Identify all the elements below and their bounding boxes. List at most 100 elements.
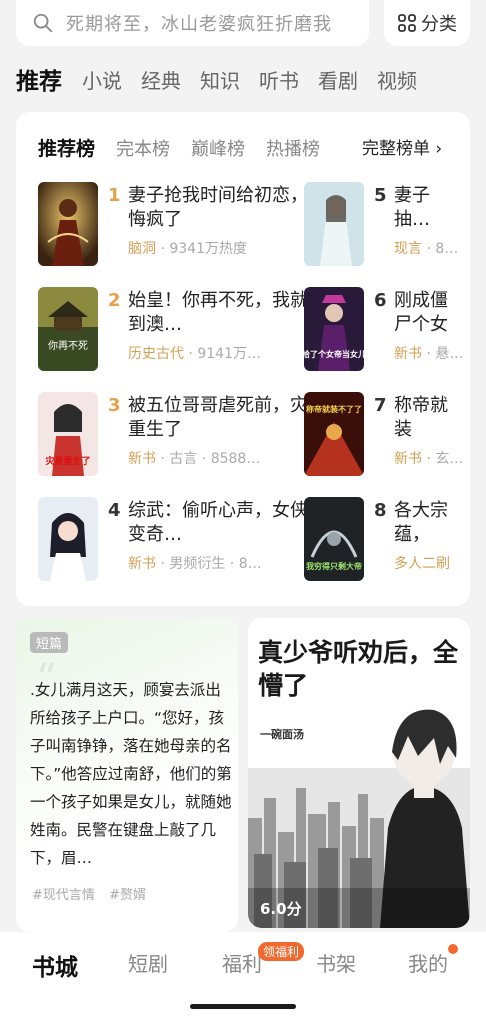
search-bar[interactable]: 死期将至，冰山老婆疯狂折磨我 [16, 0, 369, 46]
tab-video[interactable]: 视频 [377, 65, 417, 94]
book-tag: 新书 [394, 451, 422, 467]
book-tag: 新书 [128, 556, 156, 572]
book-cover: 拾了个女帝当女儿 [304, 287, 364, 371]
book-meta: 现言 · 8… [394, 238, 458, 258]
rank-number: 4 [108, 500, 121, 521]
book-item[interactable]: 称帝就装不了了 7 称帝就装了，… 新书 · 玄… [304, 392, 470, 478]
book-item[interactable]: 我穷得只剩大帝 8 各大宗蕴，我… 多人二刷 [304, 497, 470, 583]
home-indicator[interactable] [190, 1004, 296, 1009]
book-title: 妻子抢我时间给初恋，她悔疯了 [128, 185, 326, 230]
short-badge: 短篇 [30, 632, 69, 653]
book-title: 妻子抽…后，悔… [394, 185, 430, 230]
book-cover: 我穷得只剩大帝 [304, 497, 364, 581]
notification-dot [448, 944, 458, 954]
short-story-text: .女儿满月这天，顾宴去派出所给孩子上户口。“您好，孩子叫南铮铮，落在她母亲的名下… [30, 681, 232, 867]
book-heat: · 8… [422, 241, 459, 257]
short-tag[interactable]: #赘婿 [109, 888, 146, 903]
rating-label: 6.0分 [260, 900, 302, 918]
book-meta: 新书 · 男频衍生 · 8… [128, 553, 262, 573]
cover-text: 我穷得只剩大帝 [306, 561, 362, 571]
top-tabs: 推荐 小说 经典 知识 听书 看剧 视频 [16, 62, 436, 96]
book-tag: 新书 [128, 451, 156, 467]
rank-number: 5 [374, 185, 387, 206]
nav-short-drama[interactable]: 短剧 [128, 948, 168, 977]
search-icon [33, 13, 53, 33]
rank-tab-complete[interactable]: 完本榜 [116, 135, 170, 161]
book-meta: 新书 · 玄… [394, 448, 463, 468]
nav-mine[interactable]: 我的 [408, 948, 448, 977]
book-cover: 灾星重生了 [38, 392, 98, 476]
book-cover: 你再不死 [38, 287, 98, 371]
tab-knowledge[interactable]: 知识 [200, 65, 240, 94]
book-item[interactable]: 你再不死 2 始皇！你再不死，我就打到澳… 历史古代 · 9141万… [38, 287, 338, 373]
ranking-card: 推荐榜 完本榜 巅峰榜 热播榜 完整榜单 › 1 妻子抢我时间给初恋，她悔疯了 … [16, 112, 470, 606]
short-tag[interactable]: #现代言情 [32, 888, 95, 903]
full-list-link[interactable]: 完整榜单 › [362, 134, 442, 159]
rank-number: 6 [374, 290, 387, 311]
category-button[interactable]: 分类 [384, 0, 470, 46]
rank-tab-recommend[interactable]: 推荐榜 [38, 134, 95, 161]
book-meta: 脑洞 · 9341万热度 [128, 238, 247, 258]
book-title: 被五位哥哥虐死前，灾星重生了 [128, 395, 326, 440]
rank-number: 1 [108, 185, 121, 206]
cover-text: 拾了个女帝当女儿 [304, 349, 364, 359]
book-meta: 历史古代 · 9141万… [128, 343, 261, 363]
book-cover: 称帝就装不了了 [304, 392, 364, 476]
tab-novel[interactable]: 小说 [82, 65, 122, 94]
book-title: 始皇！你再不死，我就打到澳… [128, 290, 326, 335]
book-meta: 新书 · 悬… [394, 343, 463, 363]
rank-tab-hot[interactable]: 热播榜 [266, 135, 320, 161]
book-heat: · 男频衍生 · 8… [156, 556, 262, 572]
book-title: 各大宗蕴，我… [394, 500, 448, 545]
book-meta: 多人二刷 [394, 553, 450, 573]
promo-subtitle: 一碗面汤 [260, 728, 304, 741]
short-story-card[interactable]: 短篇 “ .女儿满月这天，顾宴去派出所给孩子上户口。“您好，孩子叫南铮铮，落在她… [16, 618, 238, 932]
book-item[interactable]: 拾了个女帝当女儿 6 刚成僵尸个女帝… 新书 · 悬… [304, 287, 470, 373]
rank-number: 8 [374, 500, 387, 521]
full-list-label: 完整榜单 [362, 139, 430, 159]
book-heat: · 古言 · 8588… [156, 451, 261, 467]
tab-classic[interactable]: 经典 [141, 65, 181, 94]
ranking-tabs: 推荐榜 完本榜 巅峰榜 热播榜 [38, 134, 341, 161]
rank-number: 7 [374, 395, 387, 416]
tab-audiobook[interactable]: 听书 [259, 65, 299, 94]
book-tag: 新书 [394, 346, 422, 362]
short-story-tags: #现代言情 #赘婿 [32, 884, 156, 903]
book-meta: 新书 · 古言 · 8588… [128, 448, 260, 468]
nav-bookshelf[interactable]: 书架 [316, 948, 356, 977]
book-cover [38, 497, 98, 581]
search-placeholder: 死期将至，冰山老婆疯狂折磨我 [66, 14, 332, 35]
cover-text: 称帝就装不了了 [306, 404, 362, 414]
book-tag: 现言 [394, 241, 422, 257]
book-cover [38, 182, 98, 266]
welfare-badge: 领福利 [258, 942, 305, 961]
rank-number: 3 [108, 395, 121, 416]
book-heat: · 9141万… [184, 346, 261, 362]
book-tag: 历史古代 [128, 346, 184, 362]
tab-drama[interactable]: 看剧 [318, 65, 358, 94]
rank-tab-peak[interactable]: 巅峰榜 [191, 135, 245, 161]
book-item[interactable]: 5 妻子抽…后，悔… 现言 · 8… [304, 182, 470, 268]
grid-icon [398, 14, 416, 32]
nav-welfare[interactable]: 福利 [222, 948, 262, 977]
cover-text: 你再不死 [48, 339, 88, 352]
book-title: 刚成僵尸个女帝… [394, 290, 448, 335]
book-heat: · 悬… [422, 346, 464, 362]
nav-bookstore[interactable]: 书城 [32, 948, 78, 982]
book-tag: 多人二刷 [394, 556, 450, 572]
tab-recommend[interactable]: 推荐 [16, 62, 62, 96]
book-item[interactable]: 1 妻子抢我时间给初恋，她悔疯了 脑洞 · 9341万热度 [38, 182, 338, 268]
book-cover [304, 182, 364, 266]
book-tag: 脑洞 [128, 241, 156, 257]
rank-number: 2 [108, 290, 121, 311]
book-item[interactable]: 灾星重生了 3 被五位哥哥虐死前，灾星重生了 新书 · 古言 · 8588… [38, 392, 338, 478]
chevron-right-icon: › [435, 139, 443, 159]
book-list: 1 妻子抢我时间给初恋，她悔疯了 脑洞 · 9341万热度 你再不死 2 始皇！… [38, 182, 470, 602]
promo-card[interactable]: 真少爷听劝后，全懵了 一碗面汤 6.0分 [248, 618, 470, 928]
book-title: 综武：偷听心声，女侠们变奇… [128, 500, 326, 545]
book-heat: · 9341万热度 [156, 241, 247, 257]
book-item[interactable]: 4 综武：偷听心声，女侠们变奇… 新书 · 男频衍生 · 8… [38, 497, 338, 583]
category-label: 分类 [421, 14, 457, 35]
book-heat: · 玄… [422, 451, 464, 467]
promo-title: 真少爷听劝后，全懵了 [258, 638, 459, 700]
